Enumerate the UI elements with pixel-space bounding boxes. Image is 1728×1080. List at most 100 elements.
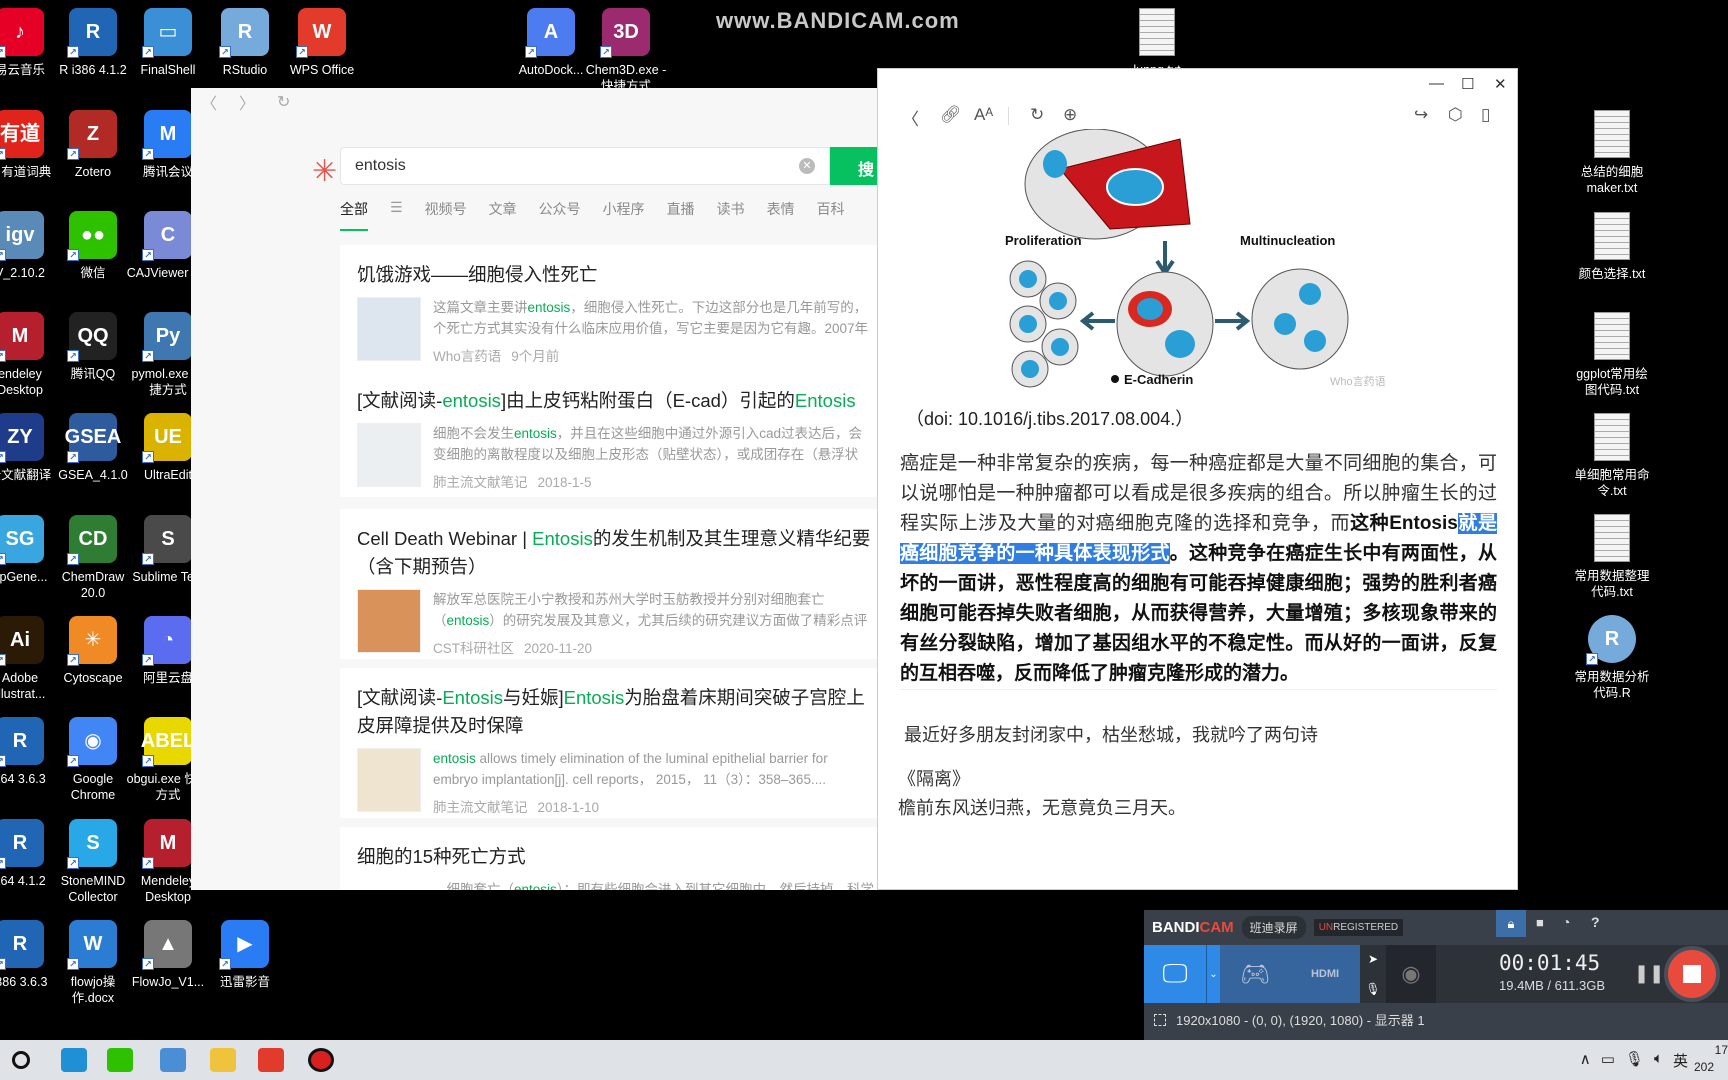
result-source[interactable]: Who言药语 bbox=[433, 349, 501, 364]
desktop-icon[interactable]: S ↗ StoneMIND Collector bbox=[51, 819, 135, 905]
desktop-icon[interactable]: ◉ ↗ Google Chrome bbox=[51, 717, 135, 803]
tab-3[interactable]: 公众号 bbox=[539, 199, 581, 231]
result-title[interactable]: [文献阅读-Entosis与妊娠]Entosis为胎盘着床期间突破子宫腔上皮屏障… bbox=[357, 684, 877, 740]
ime-indicator[interactable]: 英 bbox=[1673, 1050, 1688, 1071]
reader-mode-icon[interactable]: ▯ bbox=[1481, 105, 1490, 125]
result-source[interactable]: 肺主流文献笔记 bbox=[433, 800, 528, 815]
browser-toolbar: 〈 〉 ↻ bbox=[191, 88, 891, 116]
finalshell-taskbar-icon[interactable] bbox=[160, 1048, 186, 1072]
globe-icon[interactable]: ⊕ bbox=[1063, 105, 1077, 125]
desktop-icon[interactable]: R ↗ RStudio bbox=[203, 8, 287, 78]
desktop-icon[interactable]: R ↗ 常用数据分析代码.R bbox=[1570, 615, 1654, 701]
microphone-icon[interactable]: 🎙︎ bbox=[1364, 975, 1382, 1003]
result-source[interactable]: 肺主流文献笔记 bbox=[433, 475, 528, 490]
result-date: 9个月前 bbox=[511, 349, 560, 364]
mode-dropdown-icon[interactable]: ⌄ bbox=[1206, 945, 1220, 1003]
wps-taskbar-icon[interactable] bbox=[258, 1048, 284, 1072]
link-icon[interactable]: 🔗︎ bbox=[940, 105, 962, 125]
battery-icon[interactable]: ▭ bbox=[1601, 1050, 1615, 1071]
clock-icon[interactable]: ◔ bbox=[1562, 914, 1570, 930]
shortcut-arrow-icon: ↗ bbox=[67, 148, 79, 160]
tab-5[interactable]: 直播 bbox=[667, 199, 695, 231]
search-logo-icon: ✳ bbox=[312, 155, 338, 188]
desktop-icon[interactable]: W ↗ flowjo操作.docx bbox=[51, 920, 135, 1006]
desktop-icon[interactable]: R ↗ R i386 4.1.2 bbox=[51, 8, 135, 78]
search-input[interactable] bbox=[340, 147, 830, 185]
volume-icon[interactable]: 🔈︎ bbox=[1654, 1050, 1663, 1071]
desktop-icon[interactable]: 3D ↗ Chem3D.exe - 快捷方式 bbox=[584, 8, 668, 94]
app-icon: ♪↗ bbox=[0, 8, 44, 58]
filter-icon[interactable]: ☰ bbox=[390, 199, 403, 231]
bandicam-cn-label: 班迪录屏 bbox=[1241, 916, 1306, 939]
close-icon[interactable]: ✕ bbox=[1494, 75, 1507, 93]
back-icon[interactable]: 〈 bbox=[201, 90, 217, 114]
edge-icon[interactable] bbox=[61, 1048, 87, 1072]
result-title[interactable]: 细胞的15种死亡方式 bbox=[357, 843, 877, 871]
title-text: 与妊娠] bbox=[502, 687, 564, 708]
desktop-icon-label: 常用数据分析代码.R bbox=[1574, 670, 1650, 700]
microphone-icon[interactable]: 🎙︎ bbox=[1625, 1050, 1644, 1071]
result-source[interactable]: CST科研社区 bbox=[433, 641, 514, 656]
help-icon[interactable]: ? bbox=[1591, 914, 1600, 930]
folder-icon[interactable]: ■ bbox=[1536, 915, 1544, 930]
tab-0[interactable]: 全部 bbox=[340, 199, 368, 231]
font-size-icon[interactable]: Aᴬ bbox=[974, 105, 993, 125]
share-icon[interactable]: ↪ bbox=[1414, 105, 1428, 125]
show-hidden-icons[interactable]: ∧ bbox=[1580, 1050, 1591, 1071]
minimize-icon[interactable]: — bbox=[1429, 75, 1444, 92]
screen-mode-button[interactable]: 🖵︎ bbox=[1144, 945, 1206, 1003]
search-result-card[interactable]: 饥饿游戏——细胞侵入性死亡 这篇文章主要讲entosis，细胞侵入性死亡。下边这部… bbox=[340, 245, 891, 371]
wechat-taskbar-icon[interactable] bbox=[107, 1048, 133, 1072]
search-result-card[interactable]: [文献阅读-Entosis与妊娠]Entosis为胎盘着床期间突破子宫腔上皮屏障… bbox=[340, 668, 891, 818]
desktop-icon[interactable]: 颜色选择.txt bbox=[1570, 212, 1654, 282]
desktop-icon[interactable]: A ↗ AutoDock... bbox=[509, 8, 593, 78]
desktop-icon-label: Cytoscape bbox=[63, 671, 123, 685]
tab-1[interactable]: 视频号 bbox=[425, 199, 467, 231]
desktop-icon[interactable]: ggplot常用绘图代码.txt bbox=[1570, 312, 1654, 398]
bandicam-taskbar-icon[interactable] bbox=[308, 1048, 334, 1072]
search-result-card[interactable]: [文献阅读-entosis]由上皮钙粘附蛋白（E-cad）引起的Entosis 细… bbox=[340, 371, 891, 497]
tab-6[interactable]: 读书 bbox=[717, 199, 745, 231]
result-summary-line: entosis allows timely elimination of the… bbox=[433, 748, 891, 769]
tab-4[interactable]: 小程序 bbox=[603, 199, 645, 231]
stop-record-button[interactable] bbox=[1664, 946, 1720, 1002]
search-result-card[interactable]: Cell Death Webinar | Entosis的发生机制及其生理意义精… bbox=[340, 509, 891, 659]
cortana-icon[interactable] bbox=[12, 1051, 30, 1069]
cursor-icon[interactable]: ➤ bbox=[1364, 945, 1382, 973]
desktop-icon[interactable]: CD ↗ ChemDraw 20.0 bbox=[51, 515, 135, 601]
maximize-icon[interactable]: ☐ bbox=[1461, 75, 1474, 93]
desktop-icon[interactable]: ●● ↗ 微信 bbox=[51, 211, 135, 281]
result-title[interactable]: Cell Death Webinar | Entosis的发生机制及其生理意义精… bbox=[357, 525, 877, 581]
cube-icon[interactable]: ⬡ bbox=[1448, 105, 1463, 125]
desktop-icon[interactable]: QQ ↗ 腾讯QQ bbox=[51, 312, 135, 382]
tab-7[interactable]: 表情 bbox=[767, 199, 795, 231]
search-result-card[interactable]: 细胞的15种死亡方式 ，细胞套亡（entosis）：即有些细胞会进入到其它细胞中，… bbox=[340, 827, 891, 890]
file-explorer-icon[interactable] bbox=[210, 1048, 236, 1072]
desktop-icon[interactable]: 总结的细胞maker.txt bbox=[1570, 110, 1654, 196]
hdmi-mode-button[interactable]: HDMI bbox=[1290, 945, 1360, 1003]
refresh-icon[interactable]: ↻ bbox=[277, 92, 290, 112]
result-title[interactable]: 饥饿游戏——细胞侵入性死亡 bbox=[357, 261, 877, 289]
result-title[interactable]: [文献阅读-entosis]由上皮钙粘附蛋白（E-cad）引起的Entosis bbox=[357, 387, 877, 415]
desktop-icon[interactable]: Z ↗ Zotero bbox=[51, 110, 135, 180]
desktop-icon[interactable]: 常用数据整理代码.txt bbox=[1570, 514, 1654, 600]
shortcut-arrow-icon: ↗ bbox=[0, 654, 6, 666]
game-mode-button[interactable]: 🎮︎ bbox=[1220, 945, 1290, 1003]
clock[interactable]: 17 202 bbox=[1694, 1042, 1728, 1076]
desktop-icon[interactable]: ✳ ↗ Cytoscape bbox=[51, 616, 135, 686]
webcam-icon[interactable]: ◉ bbox=[1386, 945, 1436, 1003]
tab-2[interactable]: 文章 bbox=[489, 199, 517, 231]
desktop-icon[interactable]: ▶ ↗ 迅雷影音 bbox=[203, 920, 287, 990]
desktop-icon[interactable]: GSEA ↗ GSEA_4.1.0 bbox=[51, 413, 135, 483]
lock-icon[interactable]: 🔒︎ bbox=[1496, 910, 1526, 937]
desktop-icon[interactable]: ▭ ↗ FinalShell bbox=[126, 8, 210, 78]
desktop-icon[interactable]: 单细胞常用命令.txt bbox=[1570, 413, 1654, 499]
clear-search-icon[interactable]: ✕ bbox=[799, 158, 815, 174]
pause-button[interactable]: ❚❚ bbox=[1634, 963, 1664, 984]
desktop-icon[interactable]: ▲ ↗ FlowJo_V1... bbox=[126, 920, 210, 990]
refresh-icon[interactable]: ↻ bbox=[1030, 105, 1044, 125]
tab-8[interactable]: 百科 bbox=[817, 199, 845, 231]
forward-icon[interactable]: 〉 bbox=[239, 90, 255, 114]
back-icon[interactable]: 〈 bbox=[902, 105, 919, 130]
desktop-icon[interactable]: W ↗ WPS Office bbox=[280, 8, 364, 78]
